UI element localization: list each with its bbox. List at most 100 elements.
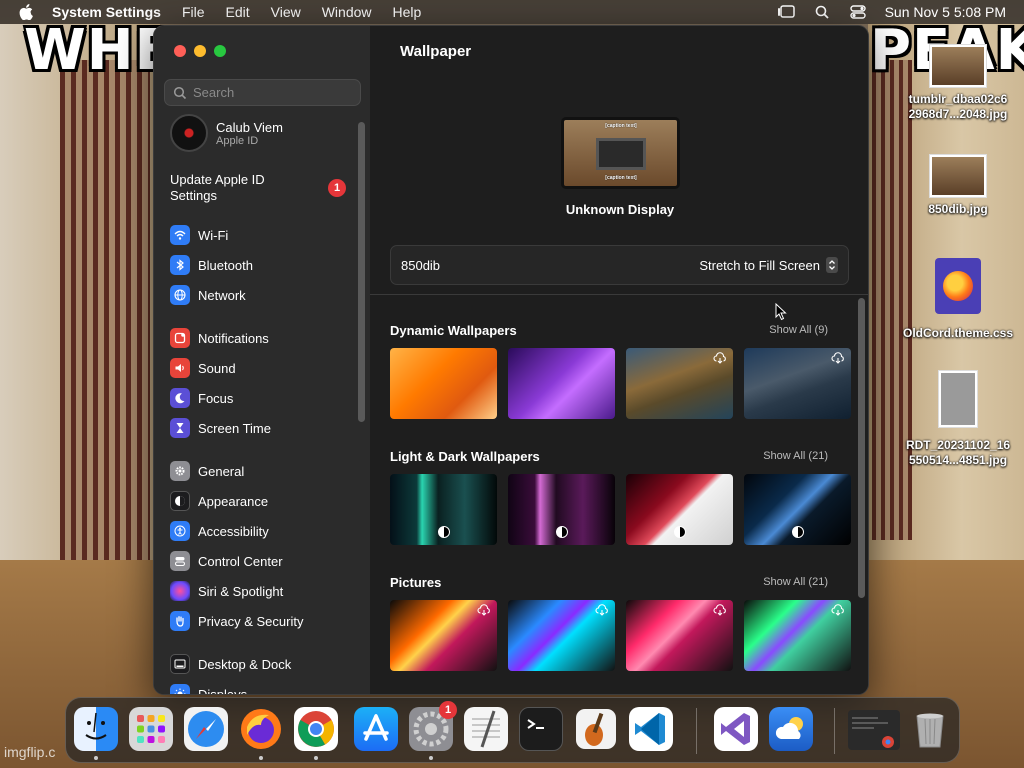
sidebar-item-focus[interactable]: Focus xyxy=(170,385,233,411)
light-dark-mode-icon xyxy=(792,526,804,538)
dock-visual-studio-icon[interactable] xyxy=(714,707,758,751)
menu-window[interactable]: Window xyxy=(322,4,372,20)
sidebar-item-label: Bluetooth xyxy=(198,257,253,273)
desktop-file-rdt[interactable]: RDT_20231102_16 550514...4851.jpg xyxy=(898,370,1018,468)
notifications-icon xyxy=(170,328,190,348)
wallpaper-thumb-macbook-pro-blue[interactable] xyxy=(508,600,615,671)
menu-help[interactable]: Help xyxy=(393,4,422,20)
dock-minimized-window-icon[interactable] xyxy=(848,710,900,750)
dock-system-settings-icon[interactable]: 1 xyxy=(409,701,457,751)
desktop-background-pattern xyxy=(60,60,150,580)
wallpaper-thumb-macbook-purple[interactable] xyxy=(508,474,615,545)
preview-caption-bottom: [caption text] xyxy=(605,175,637,181)
control-center-icon[interactable] xyxy=(849,4,867,20)
dock-terminal-icon[interactable] xyxy=(519,707,563,751)
sidebar-item-label: Network xyxy=(198,287,246,303)
show-all-pictures-button[interactable]: Show All (21) xyxy=(757,573,834,591)
sidebar-item-screen-time[interactable]: Screen Time xyxy=(170,415,271,441)
sidebar-item-control-center[interactable]: Control Center xyxy=(170,548,283,574)
wallpaper-thumb-macbook-pro-green[interactable] xyxy=(744,600,851,671)
wallpaper-thumb-macbook-pro-pink[interactable] xyxy=(626,600,733,671)
sidebar-item-network[interactable]: Network xyxy=(170,282,246,308)
menu-file[interactable]: File xyxy=(182,4,205,20)
divider xyxy=(370,294,868,295)
image-thumbnail-icon xyxy=(938,370,978,428)
dock-separator xyxy=(834,708,835,754)
sidebar-item-label: Focus xyxy=(198,390,234,406)
wallpaper-thumb-catalina-coast[interactable] xyxy=(744,348,851,419)
wallpaper-thumb-catalina-island[interactable] xyxy=(626,348,733,419)
dock-safari-icon[interactable] xyxy=(184,707,228,751)
sidebar-item-label: Screen Time xyxy=(198,420,271,436)
dock-chrome-icon[interactable] xyxy=(294,707,338,751)
dock-app-store-icon[interactable] xyxy=(354,707,398,751)
sidebar-scrollbar[interactable] xyxy=(358,122,365,422)
sidebar-item-privacy-security[interactable]: Privacy & Security xyxy=(170,608,303,634)
section-title-light-dark: Light & Dark Wallpapers xyxy=(390,449,540,464)
fill-mode-popup[interactable]: Stretch to Fill Screen xyxy=(699,257,838,273)
sidebar-item-label: Control Center xyxy=(198,553,283,569)
wallpaper-thumb-ventura-purple[interactable] xyxy=(508,348,615,419)
dock-garageband-icon[interactable] xyxy=(574,707,618,751)
spotlight-search-icon[interactable] xyxy=(813,4,831,20)
dock-weather-icon[interactable] xyxy=(769,707,813,751)
sidebar-item-displays[interactable]: Displays xyxy=(170,681,247,694)
menu-clock[interactable]: Sun Nov 5 5:08 PM xyxy=(885,4,1006,20)
minimize-button[interactable] xyxy=(194,45,206,57)
system-settings-window: Calub Viem Apple ID Update Apple ID Sett… xyxy=(153,25,869,695)
apple-menu-icon[interactable] xyxy=(19,4,33,20)
sidebar-item-notifications[interactable]: Notifications xyxy=(170,325,269,351)
notification-badge: 1 xyxy=(328,179,346,197)
zoom-button[interactable] xyxy=(214,45,226,57)
update-apple-id-item[interactable]: Update Apple ID Settings 1 xyxy=(170,172,346,204)
menu-view[interactable]: View xyxy=(271,4,301,20)
dock-finder-icon[interactable] xyxy=(74,707,118,751)
fill-mode-label: Stretch to Fill Screen xyxy=(699,257,820,273)
wallpaper-thumb-sonoma-blue[interactable] xyxy=(744,474,851,545)
sidebar-item-desktop-dock[interactable]: Desktop & Dock xyxy=(170,651,291,677)
sidebar-item-wifi[interactable]: Wi-Fi xyxy=(170,222,228,248)
menu-app-name[interactable]: System Settings xyxy=(52,4,161,20)
wallpaper-thumb-ventura-light[interactable] xyxy=(390,348,497,419)
control-center-toggles-icon xyxy=(170,551,190,571)
sidebar: Calub Viem Apple ID Update Apple ID Sett… xyxy=(154,26,370,694)
menu-bar: System Settings File Edit View Window He… xyxy=(0,0,1024,24)
search-field[interactable] xyxy=(164,79,361,106)
wallpaper-list-scrollbar[interactable] xyxy=(858,298,865,598)
dock-launchpad-icon[interactable] xyxy=(129,707,173,751)
search-input[interactable] xyxy=(193,85,353,100)
stage-manager-icon[interactable] xyxy=(777,4,795,20)
sidebar-item-sound[interactable]: Sound xyxy=(170,355,236,381)
wallpaper-thumb-sonoma-red[interactable] xyxy=(626,474,733,545)
wallpaper-thumb-macbook-pro-orange[interactable] xyxy=(390,600,497,671)
show-all-dynamic-button[interactable]: Show All (9) xyxy=(763,321,834,339)
preview-image-detail xyxy=(596,138,646,170)
desktop-file-tumblr[interactable]: tumblr_dbaa02c6 2968d7...2048.jpg xyxy=(898,44,1018,122)
hourglass-icon xyxy=(170,418,190,438)
apple-id-account[interactable]: Calub Viem Apple ID xyxy=(170,114,283,152)
running-indicator xyxy=(314,756,318,760)
sidebar-item-accessibility[interactable]: Accessibility xyxy=(170,518,269,544)
user-subtitle: Apple ID xyxy=(216,134,259,147)
cloud-download-icon xyxy=(831,352,844,364)
wallpaper-thumb-macbook-teal[interactable] xyxy=(390,474,497,545)
dock-separator xyxy=(696,708,697,754)
sidebar-item-bluetooth[interactable]: Bluetooth xyxy=(170,252,253,278)
dock-vscode-icon[interactable] xyxy=(629,707,673,751)
sidebar-item-general[interactable]: General xyxy=(170,458,244,484)
running-indicator xyxy=(259,756,263,760)
menu-edit[interactable]: Edit xyxy=(226,4,250,20)
notification-badge: 1 xyxy=(439,701,457,719)
sidebar-item-appearance[interactable]: Appearance xyxy=(170,488,268,514)
dock-icon xyxy=(170,654,190,674)
sidebar-item-siri-spotlight[interactable]: Siri & Spotlight xyxy=(170,578,283,604)
show-all-light-dark-button[interactable]: Show All (21) xyxy=(757,447,834,465)
wallpaper-preview: [caption text] [caption text] xyxy=(561,117,680,189)
dock-trash-icon[interactable] xyxy=(908,707,952,751)
sun-icon xyxy=(170,684,190,694)
dock-textedit-icon[interactable] xyxy=(464,707,508,751)
desktop-file-850dib[interactable]: 850dib.jpg xyxy=(898,154,1018,217)
close-button[interactable] xyxy=(174,45,186,57)
desktop-file-oldcord[interactable]: OldCord.theme.css xyxy=(898,258,1018,341)
dock-firefox-icon[interactable] xyxy=(239,707,283,751)
